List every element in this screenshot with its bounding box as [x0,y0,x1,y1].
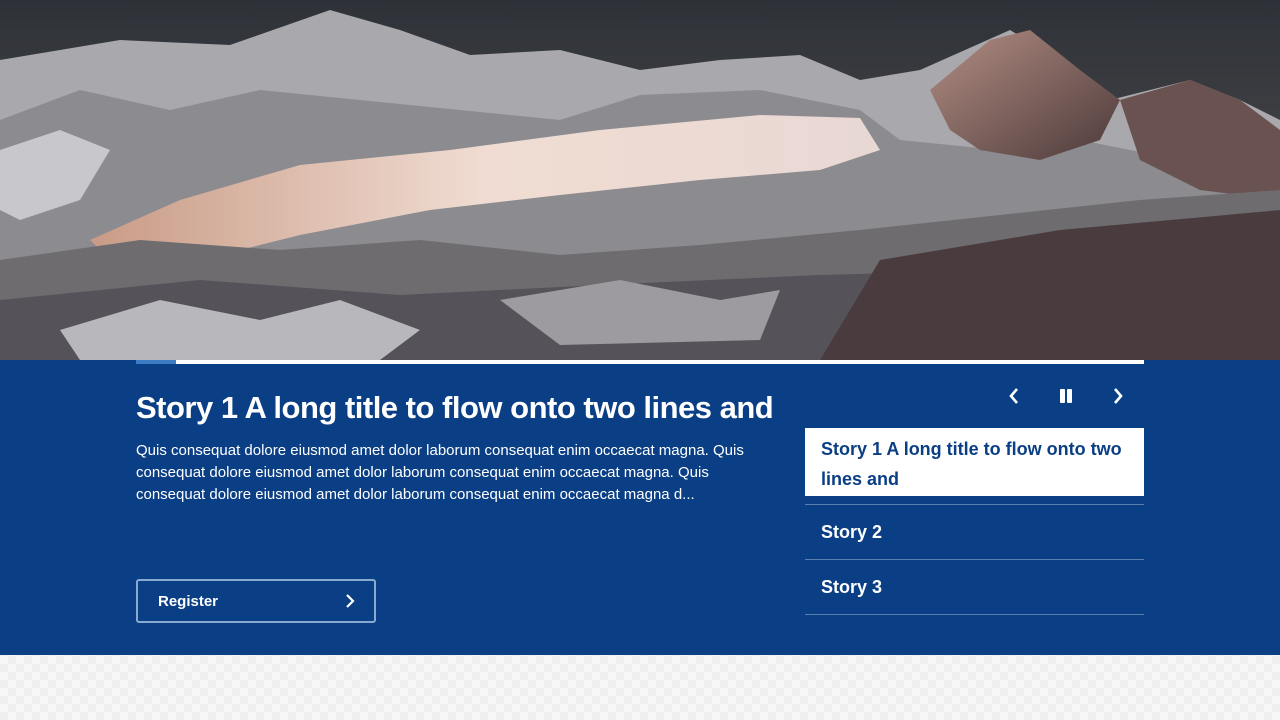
next-button[interactable] [1100,382,1136,410]
previous-button[interactable] [996,382,1032,410]
story-item-2[interactable]: Story 2 [805,505,1144,560]
progress-bar [136,360,1144,364]
mountain-landscape-image [0,0,1280,360]
chevron-right-icon [346,594,355,608]
story-description: Quis consequat dolore eiusmod amet dolor… [136,442,744,503]
chevron-right-icon [1114,388,1123,404]
story-item-1[interactable]: Story 1 A long title to flow onto two li… [805,428,1144,496]
register-button-label: Register [158,593,219,610]
progress-bar-fill [136,360,177,364]
story-list-divider [805,496,1144,505]
story-title: Story 1 A long title to flow onto two li… [136,390,774,425]
story-list: Story 1 A long title to flow onto two li… [805,428,1144,615]
carousel-controls [994,382,1144,410]
pause-icon [1060,389,1072,403]
register-button[interactable]: Register [136,579,376,623]
hero-image [0,0,1280,360]
chevron-left-icon [1009,388,1018,404]
story-carousel-panel: Story 1 A long title to flow onto two li… [0,360,1280,655]
pause-button[interactable] [1048,382,1084,410]
story-item-3[interactable]: Story 3 [805,560,1144,615]
